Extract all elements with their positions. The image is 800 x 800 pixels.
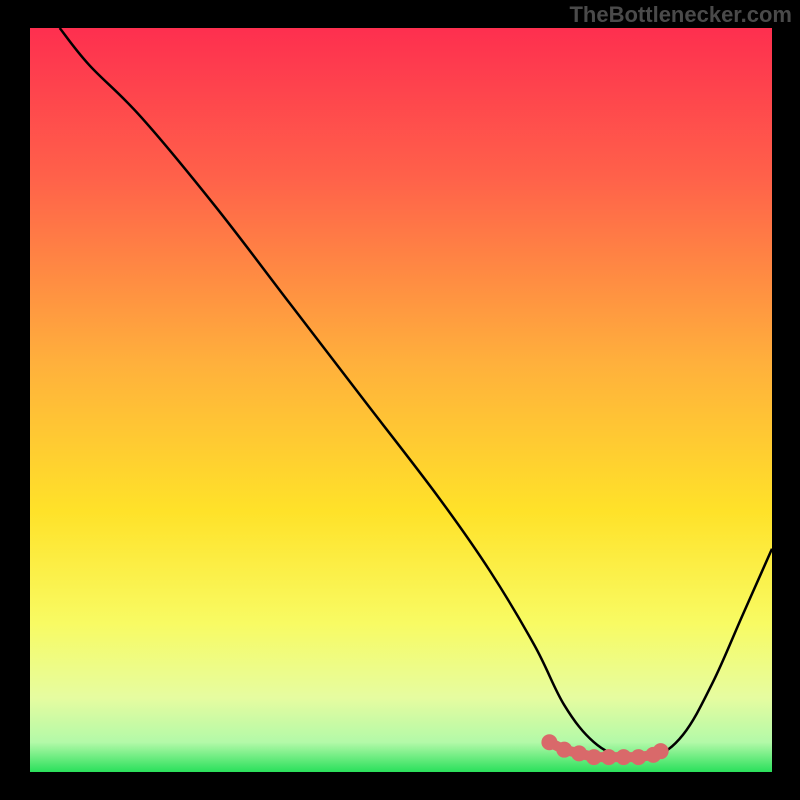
optimal-zone-dot (616, 749, 632, 765)
bottleneck-chart (0, 0, 800, 800)
optimal-zone-dot (541, 734, 557, 750)
frame-left (0, 0, 30, 800)
watermark-text: TheBottlenecker.com (569, 2, 792, 28)
optimal-zone-dot (571, 745, 587, 761)
optimal-zone-dot (630, 749, 646, 765)
plot-background (30, 28, 772, 772)
chart-svg (0, 0, 800, 800)
optimal-zone-dot (601, 749, 617, 765)
frame-right (772, 0, 800, 800)
frame-bottom (0, 772, 800, 800)
optimal-zone-dot (653, 743, 669, 759)
optimal-zone-dot (586, 749, 602, 765)
optimal-zone-dot (556, 742, 572, 758)
